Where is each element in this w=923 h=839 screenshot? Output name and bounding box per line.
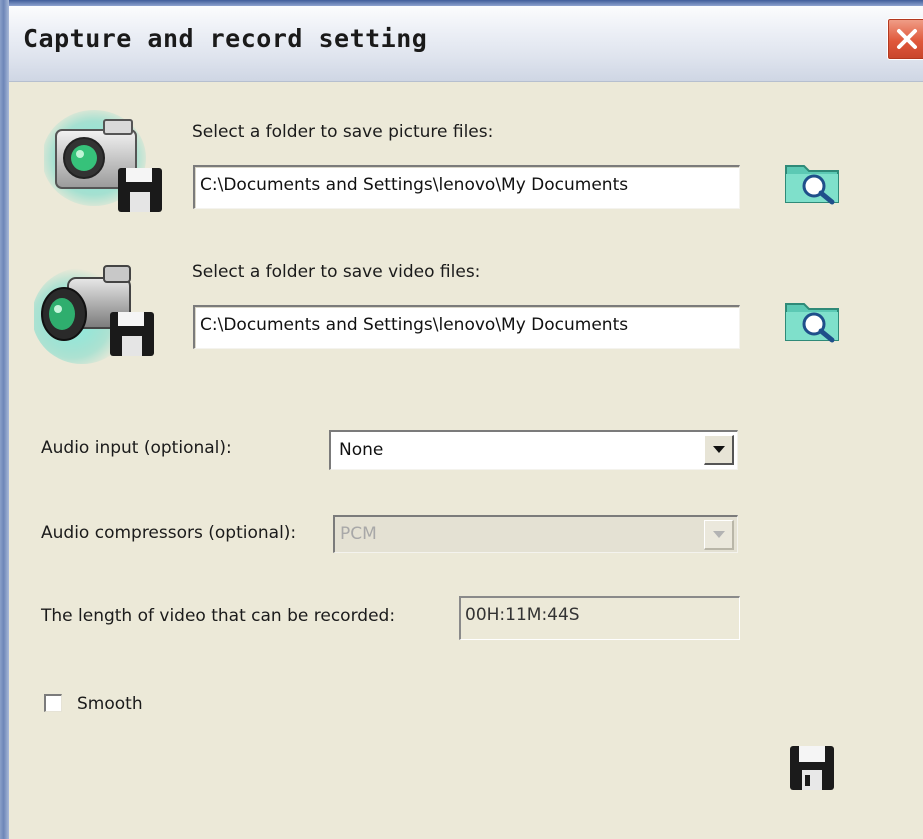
folder-search-icon xyxy=(785,165,839,205)
video-folder-input[interactable]: C:\Documents and Settings\lenovo\My Docu… xyxy=(193,305,740,349)
chevron-down-icon[interactable] xyxy=(704,435,734,465)
window-frame-left xyxy=(0,0,9,839)
close-button[interactable] xyxy=(887,18,923,60)
video-folder-label: Select a folder to save video files: xyxy=(192,262,481,282)
picture-folder-input[interactable]: C:\Documents and Settings\lenovo\My Docu… xyxy=(193,165,740,209)
camcorder-save-icon xyxy=(32,254,164,376)
video-browse-button[interactable] xyxy=(782,294,846,350)
title-bar[interactable]: Capture and record setting xyxy=(9,0,923,82)
audio-compressor-label: Audio compressors (optional): xyxy=(41,523,297,543)
record-length-label: The length of video that can be recorded… xyxy=(41,606,396,626)
audio-compressor-select: PCM xyxy=(333,515,738,553)
window-title: Capture and record setting xyxy=(23,24,428,53)
picture-browse-button[interactable] xyxy=(782,156,846,212)
camera-save-icon xyxy=(42,108,170,224)
picture-folder-label: Select a folder to save picture files: xyxy=(192,122,494,142)
chevron-down-icon xyxy=(704,520,734,550)
audio-compressor-value: PCM xyxy=(340,524,377,544)
floppy-save-icon xyxy=(790,746,834,790)
folder-search-icon xyxy=(785,303,839,343)
save-button[interactable] xyxy=(788,744,836,796)
smooth-label[interactable]: Smooth xyxy=(77,694,143,714)
audio-input-select[interactable]: None xyxy=(329,430,738,470)
title-bar-edge xyxy=(9,0,923,6)
smooth-checkbox[interactable] xyxy=(44,694,62,712)
close-icon xyxy=(897,29,917,49)
record-length-value: 00H:11M:44S xyxy=(459,596,740,640)
audio-input-value: None xyxy=(339,440,384,460)
audio-input-label: Audio input (optional): xyxy=(41,438,232,458)
